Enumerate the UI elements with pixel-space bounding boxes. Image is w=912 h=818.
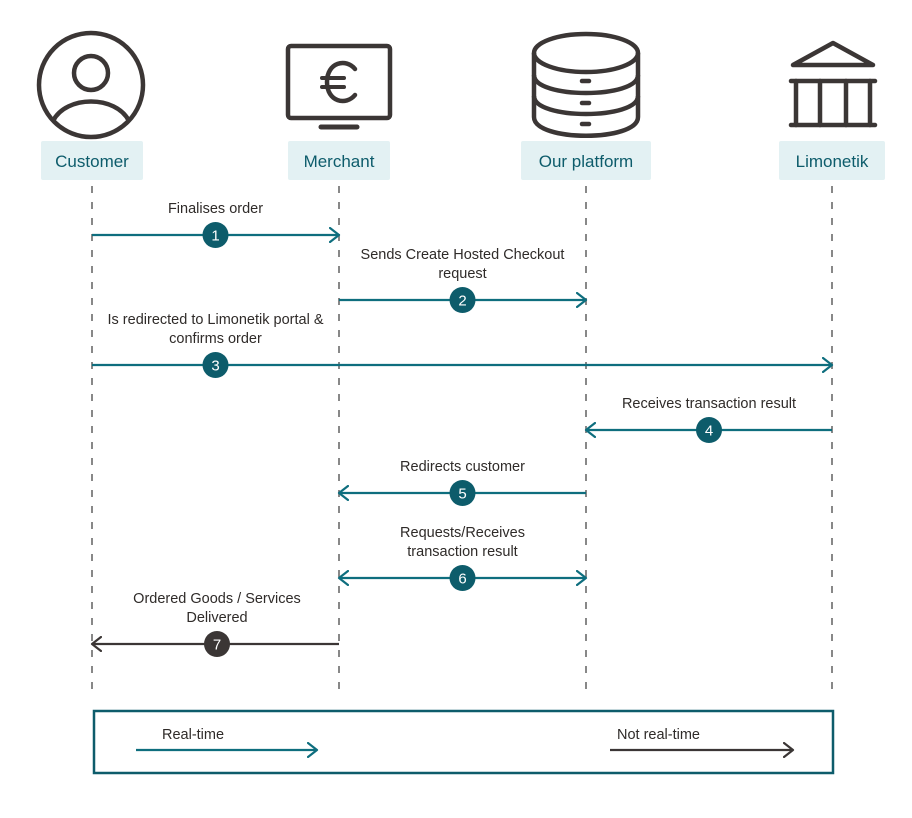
message-5: 5 Redirects customer bbox=[339, 459, 586, 506]
actor-label: Customer bbox=[55, 152, 129, 171]
message-label: Sends Create Hosted Checkout bbox=[361, 247, 565, 263]
step-number: 4 bbox=[705, 423, 713, 440]
message-label: Finalises order bbox=[168, 201, 263, 217]
actor-platform: Our platform bbox=[521, 141, 651, 180]
message-1: 1 Finalises order bbox=[92, 201, 339, 248]
sequence-diagram: Customer Merchant Our platform Limonetik 1 F… bbox=[36, 30, 885, 775]
actor-label: Merchant bbox=[304, 152, 375, 171]
message-3: 3 Is redirected to Limonetik portal & conf… bbox=[92, 312, 832, 378]
message-4: 4 Receives transaction result bbox=[586, 396, 832, 443]
actor-label: Our platform bbox=[539, 152, 633, 171]
message-6: 6 Requests/Receives transaction result bbox=[339, 525, 586, 591]
message-2: 2 Sends Create Hosted Checkout request bbox=[339, 247, 586, 313]
legend: Real-time Not real-time bbox=[92, 709, 835, 775]
message-label: Receives transaction result bbox=[622, 396, 796, 412]
actor-limonetik: Limonetik bbox=[779, 141, 885, 180]
actor-customer: Customer bbox=[41, 141, 143, 180]
message-7: 7 Ordered Goods / Services Delivered bbox=[92, 591, 339, 657]
bank-icon bbox=[788, 40, 878, 128]
legend-not-realtime-label: Not real-time bbox=[617, 727, 700, 743]
user-circle-icon bbox=[36, 30, 146, 140]
step-number: 5 bbox=[458, 486, 466, 503]
message-label: transaction result bbox=[407, 544, 517, 560]
actor-merchant: Merchant bbox=[288, 141, 390, 180]
message-label: Redirects customer bbox=[400, 459, 525, 475]
message-label: request bbox=[438, 266, 486, 282]
actor-label: Limonetik bbox=[796, 152, 869, 171]
step-number: 6 bbox=[458, 571, 466, 588]
message-label: Requests/Receives bbox=[400, 525, 525, 541]
message-label: confirms order bbox=[169, 331, 262, 347]
message-label: Is redirected to Limonetik portal & bbox=[108, 312, 324, 328]
step-number: 2 bbox=[458, 293, 466, 310]
step-number: 3 bbox=[211, 358, 219, 375]
monitor-euro-icon bbox=[285, 43, 393, 130]
message-label: Delivered bbox=[186, 610, 247, 626]
legend-realtime-label: Real-time bbox=[162, 727, 224, 743]
database-icon bbox=[531, 31, 641, 138]
message-label: Ordered Goods / Services bbox=[133, 591, 301, 607]
step-number: 1 bbox=[211, 228, 219, 245]
step-number: 7 bbox=[213, 637, 221, 654]
